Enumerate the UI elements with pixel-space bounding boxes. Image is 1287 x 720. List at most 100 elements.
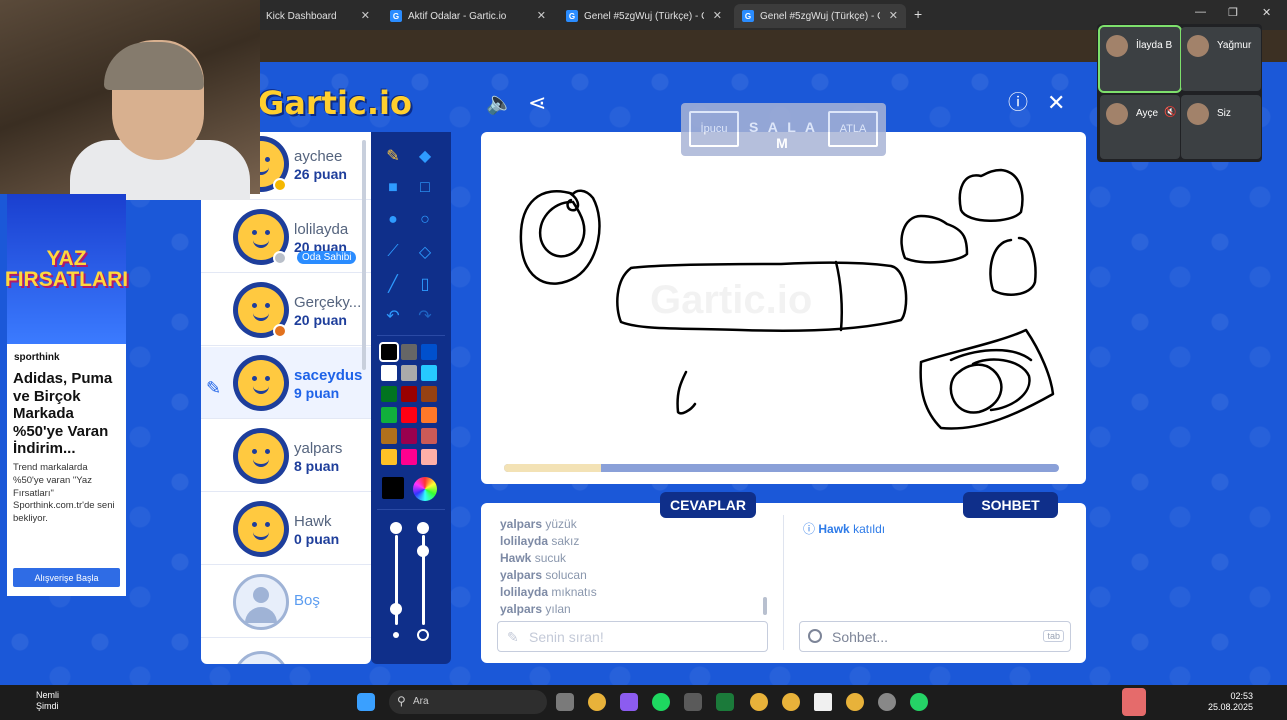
app-icon[interactable] (684, 693, 702, 711)
empty-avatar-icon (233, 651, 289, 664)
pencil-tool-icon[interactable]: ✎ (381, 144, 405, 168)
answer-input[interactable]: ✎ Senin sıran! (497, 621, 768, 652)
chrome-icon[interactable] (588, 693, 606, 711)
taskbar-search[interactable]: Ara (389, 690, 547, 714)
minimize-icon[interactable]: — (1195, 6, 1206, 18)
color-swatch[interactable] (401, 428, 417, 444)
player-points: 26 puan (294, 166, 347, 182)
picker-tool-icon[interactable]: ╱ (381, 272, 405, 296)
chrome-active-icon[interactable] (782, 693, 800, 711)
ad-shop-button[interactable]: Alışverişe Başla (13, 568, 120, 587)
opacity-slider-top-knob[interactable] (417, 522, 429, 534)
color-wheel-icon[interactable] (413, 477, 437, 501)
player-row: yalpars 8 puan (201, 420, 371, 492)
redo-tool-icon[interactable]: ↷ (413, 304, 437, 328)
player-row-self: saceydus 9 puan (201, 347, 371, 419)
tab-genel-room-active[interactable]: G Genel #5zgWuj (Türkçe) - Gartic ✕ (734, 4, 906, 28)
share-icon[interactable]: ⋖ (528, 92, 546, 114)
color-swatch[interactable] (421, 344, 437, 360)
line-tool-icon[interactable]: ⟋ (381, 240, 405, 264)
player-points: 8 puan (294, 458, 340, 474)
eraser-tool-icon[interactable]: ◆ (413, 144, 437, 168)
page-tool-icon[interactable]: ▯ (413, 272, 437, 296)
taskbar (0, 685, 1287, 720)
maximize-icon[interactable]: ❐ (1228, 6, 1238, 19)
close-icon[interactable]: ✕ (361, 9, 370, 22)
opacity-slider-knob[interactable] (417, 545, 429, 557)
hint-button[interactable]: İpucu (689, 111, 739, 147)
tab-genel-room[interactable]: G Genel #5zgWuj (Türkçe) - Gartic ✕ (558, 4, 730, 28)
drawing-canvas[interactable]: Gartic.io (481, 132, 1086, 484)
filled-circle-tool-icon[interactable]: ● (381, 208, 405, 232)
players-scrollbar[interactable] (362, 140, 366, 370)
color-swatch[interactable] (421, 365, 437, 381)
advertisement[interactable]: YAZ FIRSATLARI sporthink Adidas, Puma ve… (5, 194, 128, 596)
undo-tool-icon[interactable]: ↶ (381, 304, 405, 328)
exit-icon[interactable]: ✕ (1047, 92, 1065, 114)
color-swatch[interactable] (401, 449, 417, 465)
color-swatch[interactable] (381, 386, 397, 402)
tab-kick-dashboard[interactable]: Kick Dashboard ✕ (258, 4, 378, 28)
participant-name: Yağmur (1217, 40, 1252, 51)
rect-tool-icon[interactable]: □ (413, 176, 437, 200)
weather-widget[interactable]: Nemli Şimdi (14, 690, 59, 712)
participant-tile[interactable]: Yağmur (1181, 27, 1261, 91)
clock[interactable]: 02:53 25.08.2025 (1208, 691, 1253, 713)
color-swatch[interactable] (421, 386, 437, 402)
chrome-icon[interactable] (846, 693, 864, 711)
color-swatch[interactable] (421, 407, 437, 423)
task-view-icon[interactable] (556, 693, 574, 711)
skip-button[interactable]: ATLA (828, 111, 878, 147)
color-swatch[interactable] (401, 407, 417, 423)
color-swatch[interactable] (379, 342, 399, 362)
answers-list: yalpars yüzük lolilayda sakız Hawk sucuk… (500, 516, 765, 618)
copilot-icon[interactable] (620, 693, 638, 711)
spotify-icon[interactable] (652, 693, 670, 711)
answer-item: yalpars yılan (500, 602, 571, 616)
color-swatch[interactable] (381, 365, 397, 381)
close-icon[interactable]: ✕ (537, 9, 546, 22)
gartic-favicon-icon: G (566, 10, 578, 22)
color-swatch[interactable] (381, 449, 397, 465)
player-row: Hawk 0 puan (201, 493, 371, 565)
participant-tile[interactable]: Siz (1181, 95, 1261, 159)
drawing-strokes (519, 168, 1055, 430)
answers-scrollbar[interactable] (763, 597, 767, 615)
fill-tool-icon[interactable]: ◇ (413, 240, 437, 264)
chrome-icon[interactable] (750, 693, 768, 711)
circle-tool-icon[interactable]: ○ (413, 208, 437, 232)
color-swatch[interactable] (401, 386, 417, 402)
excel-icon[interactable] (716, 693, 734, 711)
color-swatch[interactable] (401, 344, 417, 360)
chat-tab[interactable]: SOHBET (963, 492, 1058, 518)
info-icon[interactable]: ⓘ (1008, 92, 1028, 114)
participant-tile[interactable]: Ayçe 🔇 (1100, 95, 1180, 159)
sound-icon[interactable]: 🔈 (486, 92, 513, 114)
answers-tab[interactable]: CEVAPLAR (660, 492, 756, 518)
player-name: lolilayda (294, 221, 349, 238)
empty-slot-label: Boş (294, 592, 320, 609)
close-icon[interactable]: ✕ (713, 9, 722, 22)
color-swatch[interactable] (381, 428, 397, 444)
ad-brand: sporthink (14, 352, 60, 363)
participant-tile[interactable]: İlayda B (1098, 25, 1182, 93)
tab-aktif-odalar[interactable]: G Aktif Odalar - Gartic.io ✕ (382, 4, 554, 28)
player-points: 9 puan (294, 385, 340, 401)
obs-icon[interactable] (878, 693, 896, 711)
date: 25.08.2025 (1207, 702, 1253, 712)
color-swatch[interactable] (401, 365, 417, 381)
mic-icon[interactable] (1122, 688, 1146, 716)
color-swatch[interactable] (421, 428, 437, 444)
color-swatch[interactable] (381, 407, 397, 423)
file-icon[interactable] (814, 693, 832, 711)
close-icon[interactable]: ✕ (889, 9, 898, 22)
filled-rect-tool-icon[interactable]: ■ (381, 176, 405, 200)
color-swatch[interactable] (421, 449, 437, 465)
new-tab-button[interactable]: + (914, 6, 922, 22)
start-icon[interactable] (357, 693, 375, 711)
size-slider-knob[interactable] (390, 603, 402, 615)
size-slider-top-knob[interactable] (390, 522, 402, 534)
chat-input[interactable]: Sohbet... tab (799, 621, 1071, 652)
window-close-icon[interactable]: ✕ (1262, 6, 1271, 19)
whatsapp-icon[interactable] (910, 693, 928, 711)
